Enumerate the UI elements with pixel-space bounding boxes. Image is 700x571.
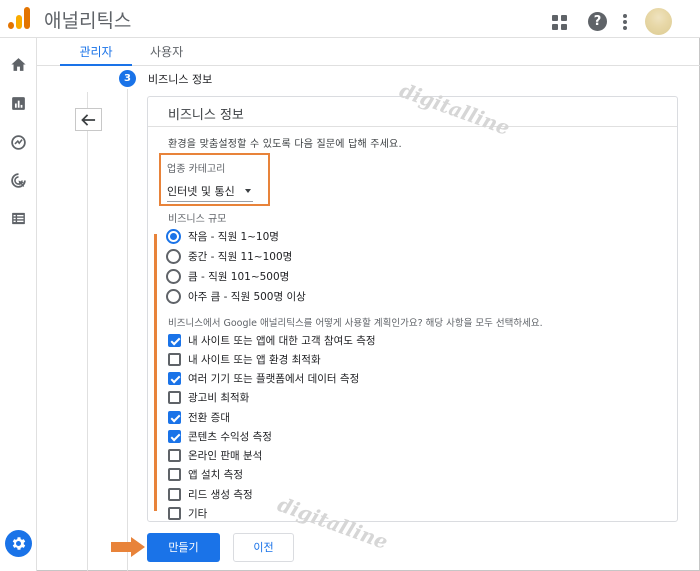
checkbox[interactable] bbox=[168, 487, 181, 501]
pointer-arrow-icon bbox=[111, 537, 145, 557]
industry-select[interactable]: 인터넷 및 통신 bbox=[167, 183, 235, 199]
usage-option-label: 내 사이트 또는 앱에 대한 고객 참여도 측정 bbox=[188, 334, 376, 347]
create-button[interactable]: 만들기 bbox=[147, 533, 220, 562]
usage-option[interactable]: 온라인 판매 분석 bbox=[168, 447, 262, 463]
usage-option-label: 여러 기기 또는 플랫폼에서 데이터 측정 bbox=[188, 372, 360, 385]
intro-text: 환경을 맞춤설정할 수 있도록 다음 질문에 답해 주세요. bbox=[168, 139, 402, 150]
configure-icon[interactable] bbox=[10, 210, 27, 227]
app-title: 애널리틱스 bbox=[44, 10, 132, 32]
usage-option-label: 온라인 판매 분석 bbox=[188, 449, 263, 462]
industry-label: 업종 카테고리 bbox=[167, 164, 226, 175]
usage-option-label: 전환 증대 bbox=[188, 411, 230, 424]
tab-user[interactable]: 사용자 bbox=[150, 43, 183, 66]
avatar[interactable] bbox=[645, 8, 672, 35]
highlight-bar bbox=[154, 234, 157, 511]
analytics-logo-icon[interactable] bbox=[8, 7, 30, 29]
usage-option-label: 내 사이트 또는 앱 환경 최적화 bbox=[188, 353, 321, 366]
more-vert-icon[interactable] bbox=[623, 13, 627, 30]
apps-grid-icon[interactable] bbox=[552, 14, 568, 31]
previous-button[interactable]: 이전 bbox=[233, 533, 294, 562]
usage-option[interactable]: 기타 bbox=[168, 505, 207, 521]
usage-option-label: 콘텐츠 수익성 측정 bbox=[188, 430, 272, 443]
size-option[interactable]: 작음 - 직원 1~10명 bbox=[166, 227, 279, 245]
usage-option[interactable]: 리드 생성 측정 bbox=[168, 486, 253, 502]
size-option[interactable]: 큼 - 직원 101~500명 bbox=[166, 267, 289, 285]
step-connector bbox=[127, 89, 128, 571]
step-number: 3 bbox=[119, 70, 136, 87]
usage-option[interactable]: 내 사이트 또는 앱에 대한 고객 참여도 측정 bbox=[168, 332, 376, 348]
card-title: 비즈니스 정보 bbox=[168, 108, 244, 123]
checkbox[interactable] bbox=[168, 448, 181, 462]
reports-icon[interactable] bbox=[10, 95, 27, 112]
column-divider bbox=[87, 92, 88, 571]
checkbox[interactable] bbox=[168, 371, 181, 385]
usage-option[interactable]: 전환 증대 bbox=[168, 409, 230, 425]
admin-tabs: 관리자 사용자 bbox=[37, 38, 700, 66]
size-option[interactable]: 중간 - 직원 11~100명 bbox=[166, 247, 292, 265]
advertising-icon[interactable] bbox=[10, 172, 27, 189]
size-option-label: 큼 - 직원 101~500명 bbox=[188, 270, 290, 283]
usage-option-label: 기타 bbox=[188, 507, 208, 520]
explore-icon[interactable] bbox=[10, 134, 27, 151]
back-button[interactable] bbox=[75, 108, 102, 131]
checkbox[interactable] bbox=[168, 333, 181, 347]
tab-admin[interactable]: 관리자 bbox=[60, 43, 132, 66]
settings-gear-icon[interactable] bbox=[5, 530, 32, 557]
usage-option[interactable]: 내 사이트 또는 앱 환경 최적화 bbox=[168, 351, 321, 367]
radio-button[interactable] bbox=[166, 268, 181, 284]
radio-button[interactable] bbox=[166, 228, 181, 244]
size-option-label: 아주 큼 - 직원 500명 이상 bbox=[188, 290, 306, 303]
size-option[interactable]: 아주 큼 - 직원 500명 이상 bbox=[166, 287, 306, 305]
checkbox[interactable] bbox=[168, 506, 181, 520]
select-underline bbox=[167, 201, 253, 202]
usage-question: 비즈니스에서 Google 애널리틱스를 어떻게 사용할 계획인가요? 해당 사… bbox=[168, 318, 543, 329]
checkbox[interactable] bbox=[168, 467, 181, 481]
checkbox[interactable] bbox=[168, 390, 181, 404]
size-option-label: 작음 - 직원 1~10명 bbox=[188, 230, 279, 243]
home-icon[interactable] bbox=[10, 56, 27, 73]
radio-button[interactable] bbox=[166, 288, 181, 304]
usage-option-label: 광고비 최적화 bbox=[188, 391, 250, 404]
arrow-back-icon bbox=[81, 114, 96, 126]
checkbox[interactable] bbox=[168, 352, 181, 366]
usage-option-label: 리드 생성 측정 bbox=[188, 488, 253, 501]
step-label: 비즈니스 정보 bbox=[148, 73, 213, 86]
help-icon[interactable]: ? bbox=[588, 12, 607, 31]
usage-option[interactable]: 여러 기기 또는 플랫폼에서 데이터 측정 bbox=[168, 370, 359, 386]
checkbox[interactable] bbox=[168, 410, 181, 424]
business-size-label: 비즈니스 규모 bbox=[168, 214, 227, 225]
usage-option[interactable]: 콘텐츠 수익성 측정 bbox=[168, 428, 272, 444]
size-option-label: 중간 - 직원 11~100명 bbox=[188, 250, 293, 263]
usage-option[interactable]: 광고비 최적화 bbox=[168, 389, 249, 405]
top-bar: 애널리틱스 ? bbox=[0, 0, 700, 38]
checkbox[interactable] bbox=[168, 429, 181, 443]
usage-option-label: 앱 설치 측정 bbox=[188, 468, 243, 481]
usage-option[interactable]: 앱 설치 측정 bbox=[168, 466, 243, 482]
dropdown-caret-icon[interactable] bbox=[245, 189, 251, 193]
top-actions: ? bbox=[552, 8, 672, 35]
radio-button[interactable] bbox=[166, 248, 181, 264]
left-nav-rail bbox=[0, 38, 37, 571]
